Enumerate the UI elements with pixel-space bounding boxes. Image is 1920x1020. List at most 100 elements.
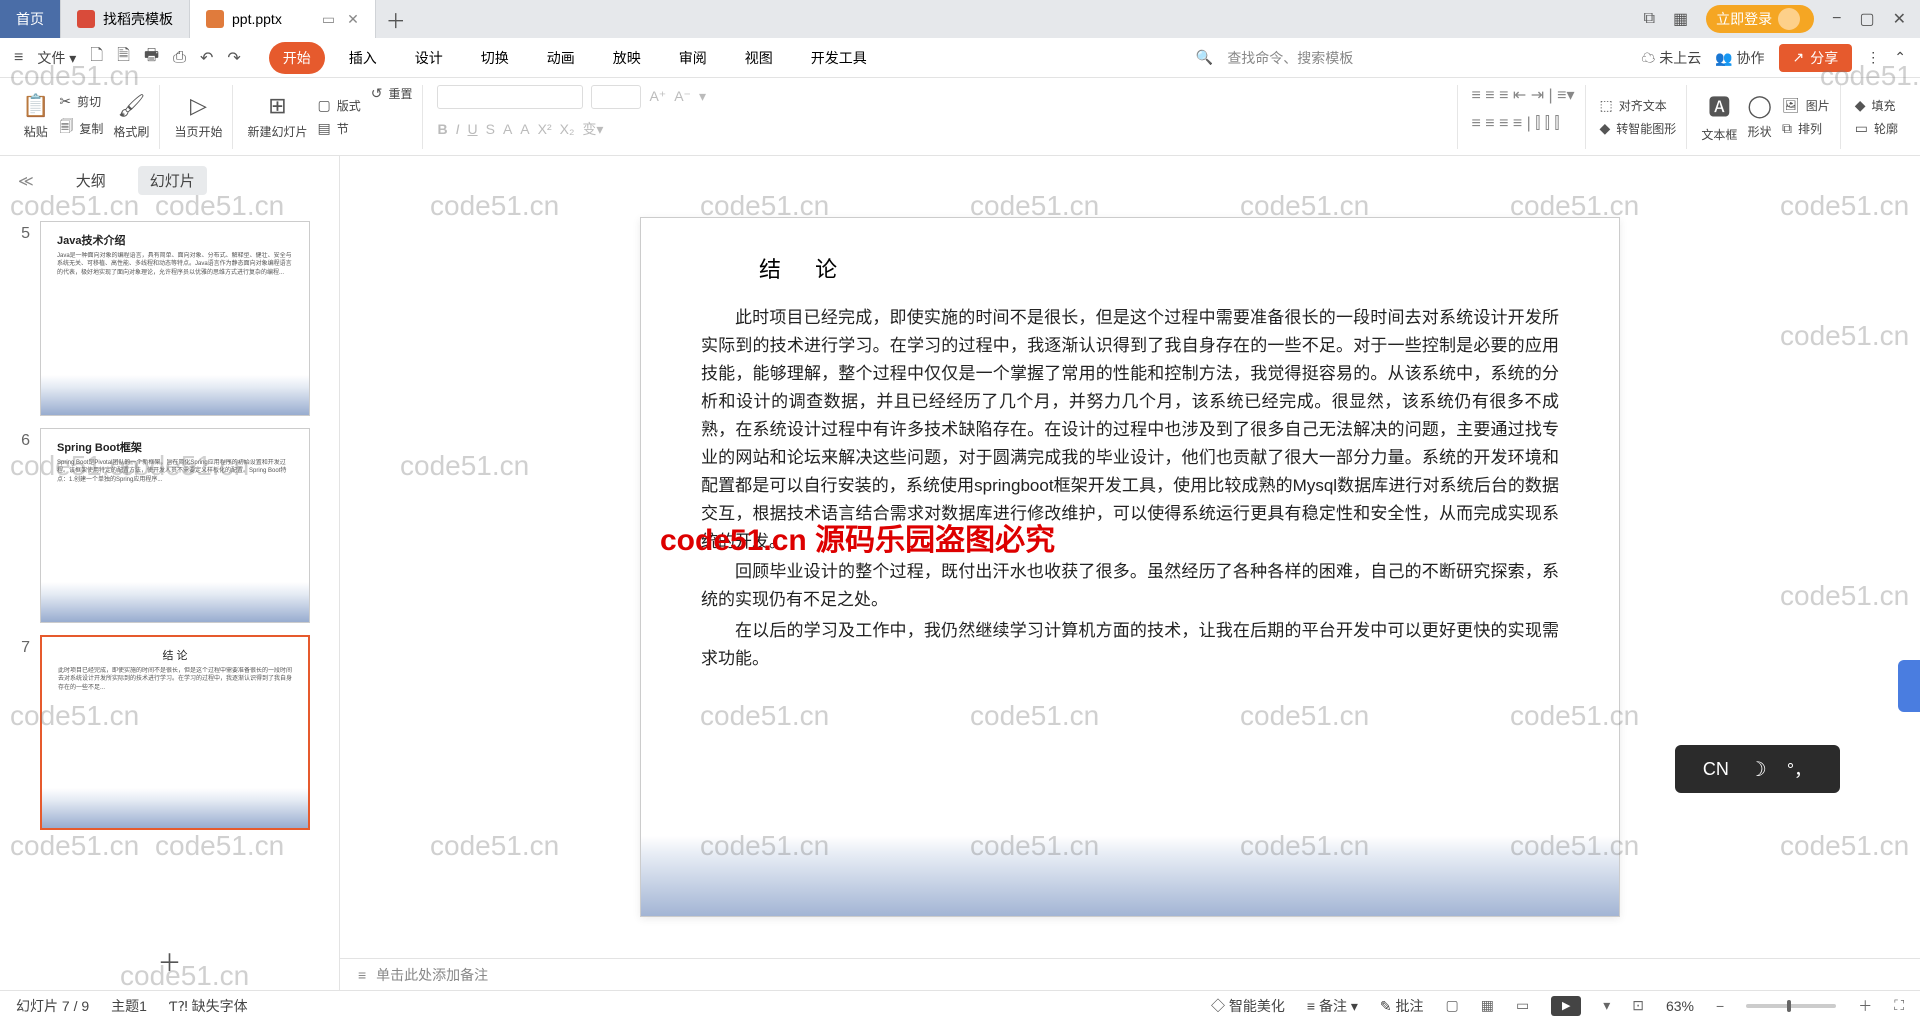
tab-templates[interactable]: 找稻壳模板 bbox=[61, 0, 190, 38]
redo-icon[interactable]: ↷ bbox=[227, 48, 240, 68]
reset-button[interactable]: ↺重置 bbox=[371, 85, 413, 102]
thumb-5[interactable]: 5 Java技术介绍Java是一种面向对象的编程语言，具有简单、面向对象、分布式… bbox=[0, 215, 339, 422]
theme-name[interactable]: 主题1 bbox=[111, 996, 147, 1016]
collapse-ribbon-icon[interactable]: ⌃ bbox=[1894, 49, 1906, 66]
moon-icon: ☽ bbox=[1749, 757, 1767, 782]
notes-bar[interactable]: ≡ 单击此处添加备注 bbox=[340, 958, 1920, 990]
outline-tab[interactable]: 大纲 bbox=[64, 166, 118, 195]
statusbar: 幻灯片 7 / 9 主题1 Ƭ⁈ 缺失字体 ◇ 智能美化 ≡ 备注 ▾ ✎ 批注… bbox=[0, 990, 1920, 1020]
collapse-panel-icon[interactable]: ≪ bbox=[18, 172, 34, 190]
titlebar: 首页 找稻壳模板 ppt.pptx ▭ ✕ ＋ ⧉ ▦ 立即登录 − ▢ ✕ bbox=[0, 0, 1920, 38]
zoom-out-icon[interactable]: − bbox=[1716, 998, 1724, 1014]
search-placeholder[interactable]: 查找命令、搜索模板 bbox=[1227, 48, 1353, 68]
menu-developer[interactable]: 开发工具 bbox=[797, 42, 881, 74]
font-style-controls[interactable]: BIUSAAX²X₂变▾ bbox=[437, 119, 603, 139]
menu-animation[interactable]: 动画 bbox=[533, 42, 589, 74]
menu-view[interactable]: 视图 bbox=[731, 42, 787, 74]
menu-review[interactable]: 审阅 bbox=[665, 42, 721, 74]
new-slide-button[interactable]: ⊞新建幻灯片 bbox=[247, 93, 307, 140]
menu-icon[interactable]: ≡ bbox=[14, 49, 23, 67]
from-current-button[interactable]: ▷当页开始 bbox=[174, 93, 222, 140]
slide-body: 此时项目已经完成，即使实施的时间不是很长，但是这个过程中需要准备很长的一段时间去… bbox=[701, 304, 1559, 673]
slide-title: 结 论 bbox=[701, 248, 1559, 304]
slideshow-button[interactable]: ▶ bbox=[1551, 996, 1581, 1016]
align-text-button[interactable]: ⬚对齐文本 bbox=[1600, 97, 1677, 114]
display-icon[interactable]: ▭ bbox=[322, 11, 335, 28]
thumb-6[interactable]: 6 Spring Boot框架Spring Boot是Pivotal团队的一个新… bbox=[0, 422, 339, 629]
ime-indicator: CN ☽ °， bbox=[1675, 745, 1840, 793]
slides-tab[interactable]: 幻灯片 bbox=[138, 166, 207, 195]
save-icon[interactable]: 🗋 bbox=[90, 44, 103, 71]
print-preview-icon[interactable]: ⎙ bbox=[173, 49, 186, 67]
share-button[interactable]: ↗ 分享 bbox=[1779, 44, 1853, 72]
shape-button[interactable]: ◯形状 bbox=[1747, 93, 1772, 140]
menu-insert[interactable]: 插入 bbox=[335, 42, 391, 74]
section-button[interactable]: ▤节 bbox=[317, 120, 360, 137]
tab-ppt-file[interactable]: ppt.pptx ▭ ✕ bbox=[190, 0, 376, 38]
fit-icon[interactable]: ⊡ bbox=[1632, 997, 1644, 1014]
format-painter-button[interactable]: 🖌格式刷 bbox=[113, 93, 149, 140]
main-area: ≪ 大纲 幻灯片 5 Java技术介绍Java是一种面向对象的编程语言，具有简单… bbox=[0, 156, 1920, 990]
share-icon: ↗ bbox=[1793, 49, 1805, 66]
avatar-icon bbox=[1778, 8, 1800, 30]
menu-design[interactable]: 设计 bbox=[401, 42, 457, 74]
sorter-view-icon[interactable]: ▦ bbox=[1481, 997, 1494, 1014]
window-mode-icon[interactable]: ⧉ bbox=[1644, 10, 1655, 28]
picture-button[interactable]: 🖼图片 bbox=[1782, 97, 1830, 114]
collab-button[interactable]: 👥 协作 bbox=[1715, 48, 1764, 68]
new-tab-button[interactable]: ＋ bbox=[376, 0, 416, 38]
slide-panel: ≪ 大纲 幻灯片 5 Java技术介绍Java是一种面向对象的编程语言，具有简单… bbox=[0, 156, 340, 990]
text-box-button[interactable]: 🅰文本框 bbox=[1701, 90, 1737, 143]
menu-slideshow[interactable]: 放映 bbox=[599, 42, 655, 74]
arrange-button[interactable]: ⧉排列 bbox=[1782, 120, 1830, 137]
menu-transition[interactable]: 切换 bbox=[467, 42, 523, 74]
layout-button[interactable]: ▢版式 bbox=[317, 97, 360, 114]
missing-font[interactable]: Ƭ⁈ 缺失字体 bbox=[169, 996, 248, 1016]
notes-placeholder: 单击此处添加备注 bbox=[376, 965, 488, 985]
zoom-slider[interactable] bbox=[1746, 1004, 1836, 1008]
more-icon[interactable]: ⋮ bbox=[1866, 49, 1880, 66]
search-icon[interactable]: 🔍 bbox=[1196, 49, 1213, 66]
normal-view-icon[interactable]: ▢ bbox=[1446, 997, 1459, 1014]
to-smart-button[interactable]: ◆转智能图形 bbox=[1600, 120, 1677, 137]
ime-punct: °， bbox=[1787, 756, 1812, 782]
tab-home[interactable]: 首页 bbox=[0, 0, 61, 38]
beautify-button[interactable]: ◇ 智能美化 bbox=[1211, 996, 1285, 1016]
menu-start[interactable]: 开始 bbox=[269, 42, 325, 74]
apps-icon[interactable]: ▦ bbox=[1673, 9, 1688, 29]
zoom-in-icon[interactable]: ＋ bbox=[1858, 996, 1872, 1016]
reading-view-icon[interactable]: ▭ bbox=[1516, 997, 1529, 1014]
add-slide-button[interactable]: ＋ bbox=[0, 931, 339, 990]
maximize-icon[interactable]: ▢ bbox=[1859, 9, 1874, 29]
outline-button[interactable]: ▭轮廓 bbox=[1855, 120, 1898, 137]
side-panel-tab[interactable] bbox=[1898, 660, 1920, 712]
undo-icon[interactable]: ↶ bbox=[200, 48, 213, 68]
save-as-icon[interactable]: 🗎 bbox=[117, 44, 130, 71]
zoom-level[interactable]: 63% bbox=[1666, 998, 1694, 1014]
font-controls[interactable]: A⁺A⁻▾ bbox=[437, 85, 706, 109]
template-icon bbox=[77, 10, 95, 28]
cut-button[interactable]: ✂剪切 bbox=[59, 93, 103, 110]
fit-window-icon[interactable]: ⛶ bbox=[1894, 997, 1904, 1014]
close-window-icon[interactable]: ✕ bbox=[1893, 9, 1906, 29]
paragraph-controls-1[interactable]: ≡ ≡ ≡ ⇤ ⇥ | ≡▾ bbox=[1472, 85, 1575, 105]
file-menu[interactable]: 文件 ▾ bbox=[37, 48, 76, 68]
notes-toggle[interactable]: ≡ 备注 ▾ bbox=[1307, 996, 1358, 1016]
copy-button[interactable]: 🗐复制 bbox=[59, 116, 103, 140]
comments-button[interactable]: ✎ 批注 bbox=[1380, 996, 1424, 1016]
login-button[interactable]: 立即登录 bbox=[1706, 5, 1814, 33]
slide-decoration bbox=[641, 836, 1619, 916]
tab-label: ppt.pptx bbox=[232, 11, 282, 27]
ribbon: 📋粘贴 ✂剪切 🗐复制 🖌格式刷 ▷当页开始 ⊞新建幻灯片 ▢版式 ▤节 ↺重置… bbox=[0, 78, 1920, 156]
close-icon[interactable]: ✕ bbox=[347, 11, 359, 28]
thumbnail-list[interactable]: 5 Java技术介绍Java是一种面向对象的编程语言，具有简单、面向对象、分布式… bbox=[0, 205, 339, 931]
cloud-status[interactable]: ☁ 未上云 bbox=[1641, 48, 1701, 68]
fill-button[interactable]: ◆填充 bbox=[1855, 97, 1898, 114]
slide-canvas[interactable]: 结 论 此时项目已经完成，即使实施的时间不是很长，但是这个过程中需要准备很长的一… bbox=[340, 156, 1920, 958]
thumb-7[interactable]: 7 结 论此时项目已经完成，即使实施的时间不是很长，但是这个过程中需要准备很长的… bbox=[0, 629, 339, 836]
print-icon[interactable]: 🖶 bbox=[144, 44, 159, 71]
play-dropdown-icon[interactable]: ▾ bbox=[1603, 997, 1610, 1014]
paste-button[interactable]: 📋粘贴 bbox=[22, 93, 49, 140]
minimize-icon[interactable]: − bbox=[1832, 10, 1841, 28]
paragraph-controls-2[interactable]: ≡ ≡ ≡ ≡ | ⫿ ⫿ ⫿ bbox=[1472, 115, 1560, 133]
